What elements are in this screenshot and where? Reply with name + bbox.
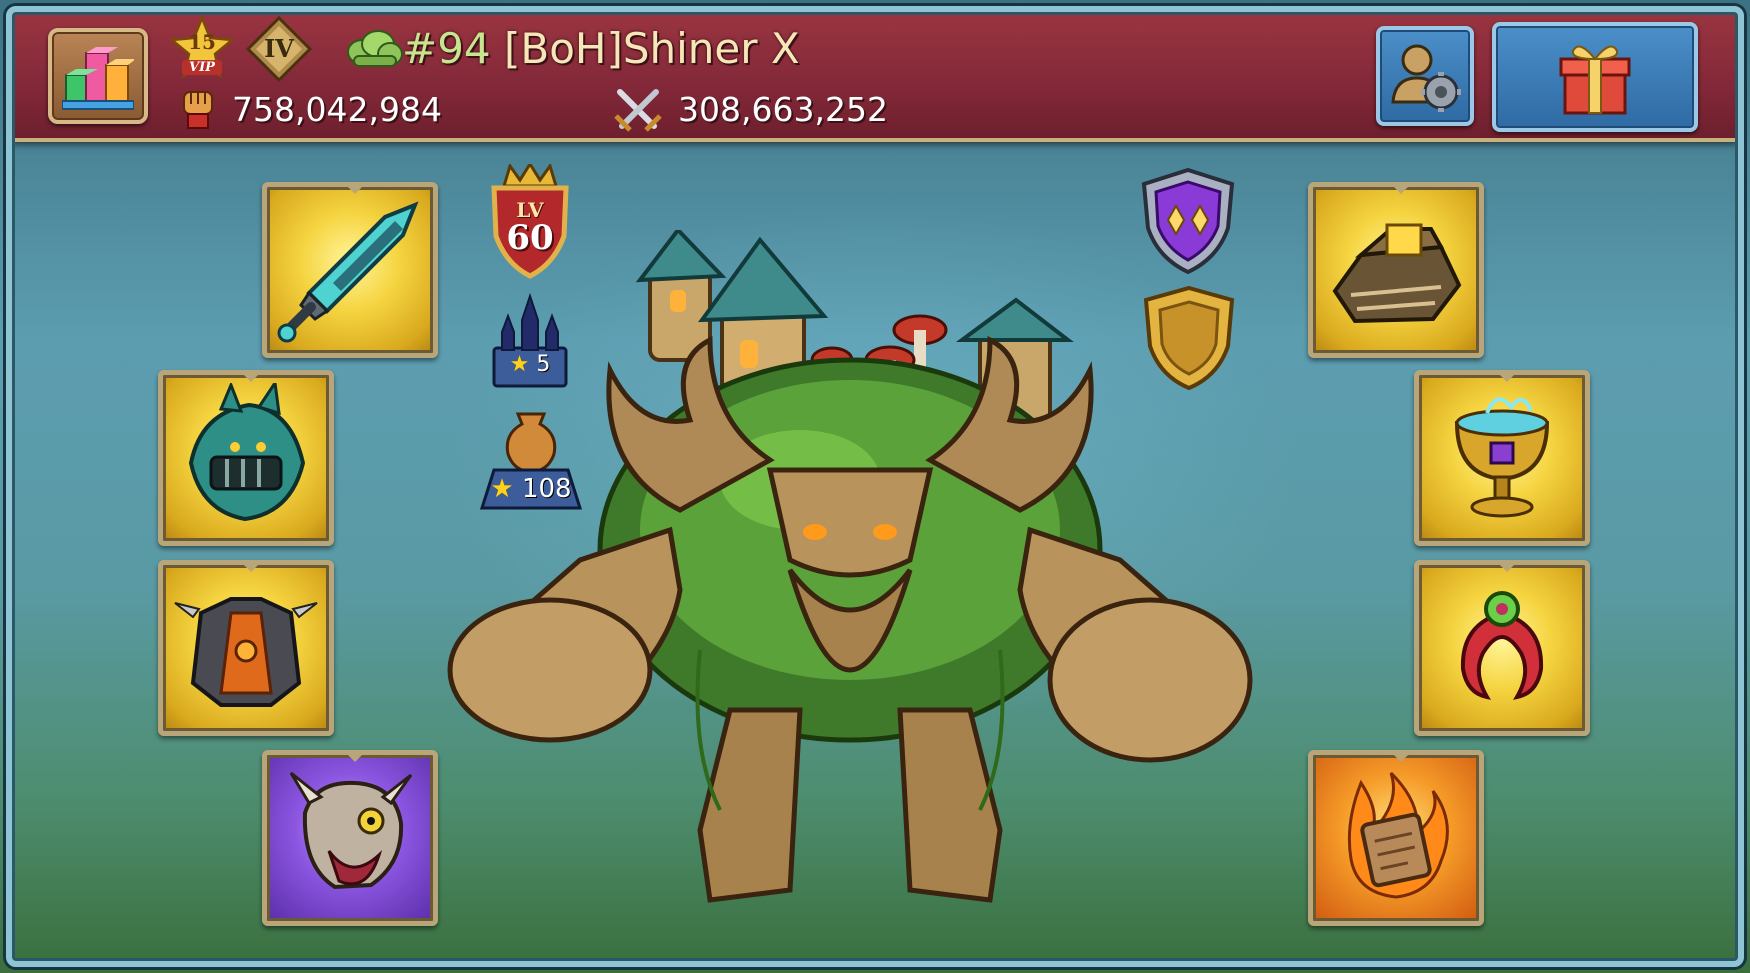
equipment-slot-trinket[interactable] — [1414, 370, 1590, 546]
burning-scroll-icon — [1347, 771, 1449, 899]
profile-gear-icon — [1391, 44, 1461, 112]
profile-screen: 15 VIP IV #94 [BoH]Shiner X 758,042,984 — [0, 0, 1750, 973]
spiked-armor-icon — [174, 597, 318, 707]
fist-icon — [183, 91, 213, 129]
equipment-slot-armor[interactable] — [158, 560, 334, 736]
troops-killed-indicator — [612, 86, 664, 136]
tier-label: IV — [264, 34, 294, 63]
gift-box-icon — [1559, 45, 1631, 115]
guild-cloud-icon — [347, 30, 403, 67]
equipment-slot-boots[interactable] — [262, 750, 438, 926]
player-name: #94 [BoH]Shiner X — [402, 20, 800, 78]
troops-killed-value: 308,663,252 — [678, 90, 888, 129]
gift-button[interactable] — [1492, 22, 1698, 132]
dragon-helmet-icon — [188, 383, 306, 522]
bar-chart-icon — [62, 47, 134, 110]
profile-settings-button[interactable] — [1376, 26, 1474, 126]
equipment-slot-scroll[interactable] — [1308, 750, 1484, 926]
equipment-slot-weapon[interactable] — [262, 182, 438, 358]
stats-button[interactable] — [48, 28, 148, 124]
equipment-slot-helmet[interactable] — [158, 370, 334, 546]
tier-badge[interactable]: IV — [246, 16, 312, 82]
might-indicator — [178, 88, 218, 132]
vip-label: VIP — [182, 60, 222, 75]
beast-skull-boots-icon — [289, 771, 413, 890]
vip-badge[interactable]: 15 VIP — [170, 16, 234, 80]
might-value: 758,042,984 — [232, 90, 442, 129]
claw-amulet-icon — [1460, 591, 1544, 700]
chest-shield-icon — [1332, 223, 1462, 324]
player-rank: #94 — [402, 24, 491, 73]
guild-emblem[interactable] — [344, 26, 404, 72]
crystal-sword-icon — [277, 201, 419, 343]
equipment-slot-offhand[interactable] — [1308, 182, 1484, 358]
hero-figure[interactable] — [440, 226, 1260, 920]
player-name-text: [BoH]Shiner X — [490, 24, 800, 73]
crossed-swords-icon — [614, 89, 662, 132]
treant-monster-icon — [447, 226, 1253, 903]
chalice-icon — [1454, 397, 1550, 518]
vip-level: 15 — [188, 30, 216, 54]
equipment-slot-ring[interactable] — [1414, 560, 1590, 736]
